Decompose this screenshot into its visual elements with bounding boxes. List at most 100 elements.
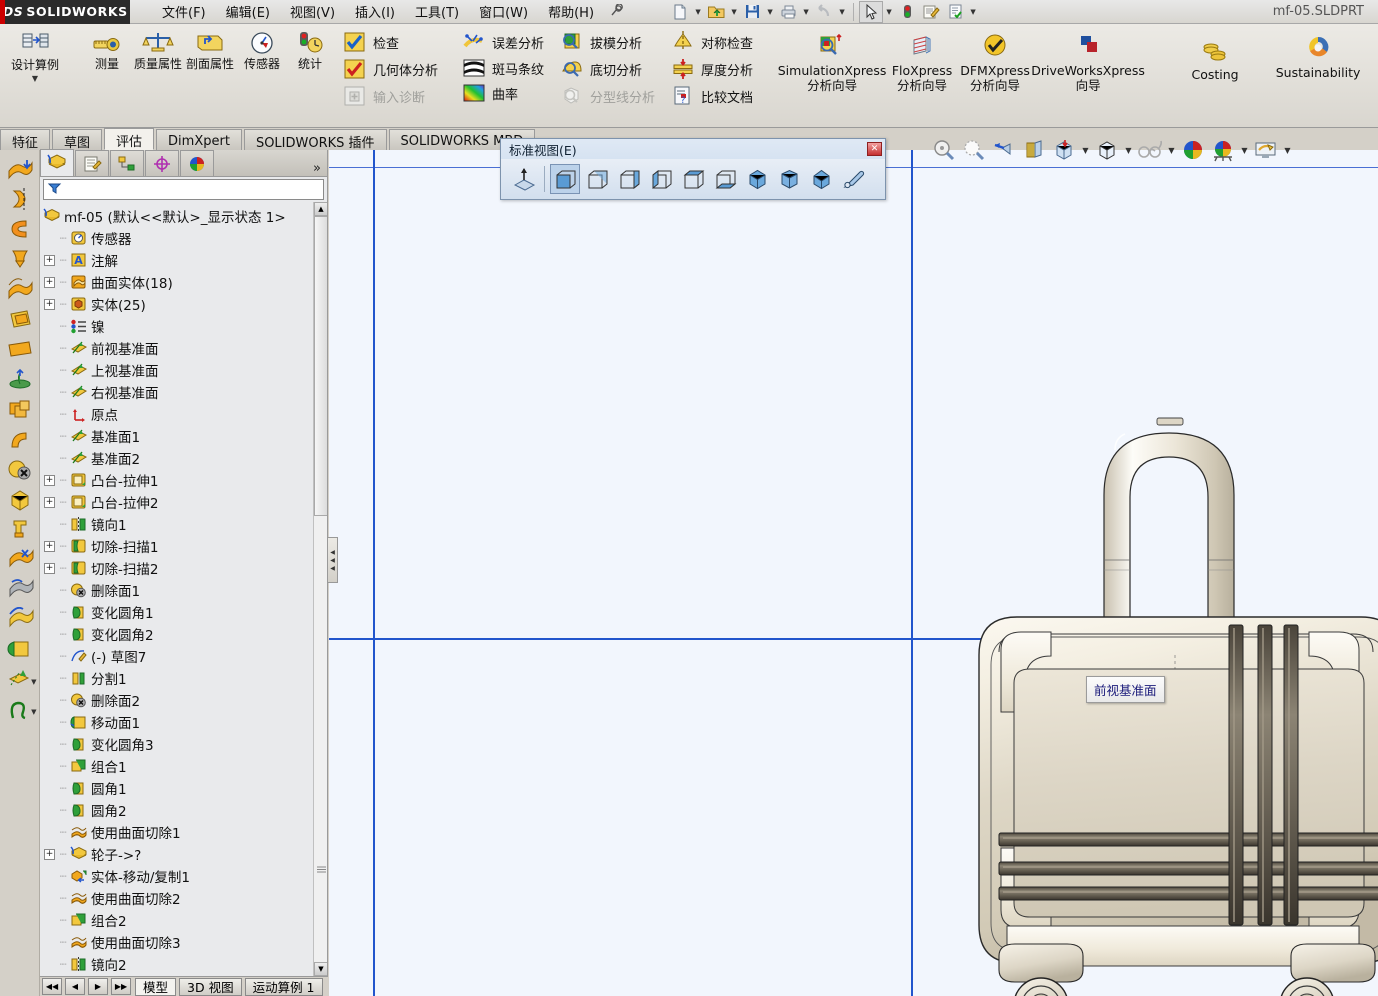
dimetric-view-icon[interactable]: [806, 164, 836, 194]
tree-node-10[interactable]: ┈ 基准面2: [40, 447, 327, 469]
close-icon[interactable]: ✕: [867, 142, 882, 156]
zoom-to-area-icon[interactable]: [959, 136, 989, 164]
tree-scroll-thumb[interactable]: [314, 216, 327, 516]
display-manager-tab[interactable]: [180, 150, 214, 176]
front-view-icon[interactable]: [550, 164, 580, 194]
tree-node-20[interactable]: ┈ 分割1: [40, 667, 327, 689]
driveworksxpress-button[interactable]: DriveWorksXpress 向导: [1031, 26, 1145, 93]
surface-boundary-icon[interactable]: [2, 274, 38, 304]
geometry-analysis-button[interactable]: 几何体分析: [340, 56, 443, 82]
tree-node-28[interactable]: + ┈ 轮子->?: [40, 843, 327, 865]
left-view-icon[interactable]: [614, 164, 644, 194]
parting-line-analysis-button[interactable]: 分型线分析: [557, 83, 660, 109]
tree-node-31[interactable]: ┈ 组合2: [40, 909, 327, 931]
surface-sweep-icon[interactable]: [2, 214, 38, 244]
bottom-tab-3dviews[interactable]: 3D 视图: [179, 977, 242, 996]
nav-first-button[interactable]: ◀◀: [42, 978, 62, 995]
tree-node-32[interactable]: ┈ 使用曲面切除3: [40, 931, 327, 953]
tree-node-0[interactable]: ┈ 传感器: [40, 227, 327, 249]
open-document-button[interactable]: [704, 1, 728, 23]
hide-show-items-icon[interactable]: [1135, 136, 1165, 164]
edit-appearance-icon[interactable]: [1178, 136, 1208, 164]
expand-icon[interactable]: +: [44, 276, 55, 288]
standard-views-toolbar[interactable]: 标准视图(E) ✕: [500, 138, 886, 200]
tab-sketch[interactable]: 草图: [52, 129, 103, 151]
floxpress-button[interactable]: FloXpress 分析向导: [886, 26, 958, 93]
surface-revolve-icon[interactable]: [2, 184, 38, 214]
surface-trim-icon[interactable]: [2, 544, 38, 574]
tab-dimxpert[interactable]: DimXpert: [156, 129, 242, 150]
tree-scroll-down-button[interactable]: ▼: [314, 962, 327, 976]
tree-node-12[interactable]: + ┈ 凸台-拉伸2: [40, 491, 327, 513]
bottom-tab-model[interactable]: 模型: [135, 977, 177, 996]
delete-face-icon[interactable]: [2, 454, 38, 484]
zoom-to-fit-icon[interactable]: [929, 136, 959, 164]
surface-loft-icon[interactable]: [2, 244, 38, 274]
settings-caret[interactable]: ▼: [967, 1, 979, 23]
normal-to-icon[interactable]: [509, 164, 539, 194]
import-diagnostics-button[interactable]: 输入诊断: [340, 83, 443, 109]
surface-untrim-icon[interactable]: [2, 574, 38, 604]
print-caret[interactable]: ▼: [800, 1, 812, 23]
nav-next-button[interactable]: ▶: [88, 978, 108, 995]
tree-node-24[interactable]: ┈ 组合1: [40, 755, 327, 777]
tree-node-8[interactable]: ┈ 原点: [40, 403, 327, 425]
tree-node-23[interactable]: ┈ 变化圆角3: [40, 733, 327, 755]
statistics-button[interactable]: 统计: [288, 26, 332, 72]
menu-edit[interactable]: 编辑(E): [216, 0, 280, 24]
tree-node-17[interactable]: ┈ 变化圆角1: [40, 601, 327, 623]
menu-file[interactable]: 文件(F): [152, 0, 216, 24]
isometric-view-icon[interactable]: [742, 164, 772, 194]
tree-node-16[interactable]: ┈ 删除面1: [40, 579, 327, 601]
tab-evaluate[interactable]: 评估: [104, 128, 155, 150]
thickness-analysis-button[interactable]: 厚度分析: [668, 56, 758, 82]
new-document-caret[interactable]: ▼: [692, 1, 704, 23]
tree-node-15[interactable]: + ┈ 切除-扫描2: [40, 557, 327, 579]
planar-surface-icon[interactable]: [2, 334, 38, 364]
settings-button[interactable]: [943, 1, 967, 23]
tree-node-26[interactable]: ┈ 圆角2: [40, 799, 327, 821]
configuration-manager-tab[interactable]: [110, 150, 144, 176]
undo-button[interactable]: [812, 1, 836, 23]
new-document-button[interactable]: [668, 1, 692, 23]
check-button[interactable]: 检查: [340, 29, 443, 55]
hide-show-caret-icon[interactable]: ▼: [1165, 136, 1178, 164]
dfmxpress-button[interactable]: DFMXpress 分析向导: [958, 26, 1032, 93]
apply-scene-icon[interactable]: [1208, 136, 1238, 164]
tree-node-14[interactable]: + ┈ 切除-扫描1: [40, 535, 327, 557]
expand-icon[interactable]: +: [44, 540, 55, 552]
tree-scrollbar[interactable]: ▲ ▼: [313, 202, 327, 976]
tab-features[interactable]: 特征: [0, 129, 51, 151]
tree-node-29[interactable]: ┈ 实体-移动/复制1: [40, 865, 327, 887]
expand-icon[interactable]: +: [44, 496, 55, 508]
expand-icon[interactable]: +: [44, 298, 55, 310]
trimetric-view-icon[interactable]: [774, 164, 804, 194]
zebra-stripes-button[interactable]: 斑马条纹: [459, 56, 549, 80]
open-document-caret[interactable]: ▼: [728, 1, 740, 23]
tree-node-30[interactable]: ┈ 使用曲面切除2: [40, 887, 327, 909]
menu-tools[interactable]: 工具(T): [405, 0, 469, 24]
expand-icon[interactable]: +: [44, 848, 55, 860]
previous-view-icon[interactable]: [989, 136, 1019, 164]
deviation-analysis-button[interactable]: 误差分析: [459, 29, 549, 55]
undo-caret[interactable]: ▼: [836, 1, 848, 23]
feature-manager-tab[interactable]: [40, 149, 74, 176]
bottom-view-icon[interactable]: [710, 164, 740, 194]
undercut-analysis-button[interactable]: 底切分析: [557, 56, 660, 82]
tree-node-33[interactable]: ┈ 镜向2: [40, 953, 327, 975]
surface-extrude-icon[interactable]: [2, 154, 38, 184]
draft-analysis-button[interactable]: 拔模分析: [557, 29, 660, 55]
apply-scene-caret-icon[interactable]: ▼: [1238, 136, 1251, 164]
measure-button[interactable]: 测量: [82, 26, 132, 72]
display-style-caret-icon[interactable]: ▼: [1122, 136, 1135, 164]
chevron-down-icon[interactable]: ▼: [32, 74, 38, 83]
section-view-icon[interactable]: [1019, 136, 1049, 164]
compare-documents-button[interactable]: ? 比较文档: [668, 83, 758, 109]
print-button[interactable]: [776, 1, 800, 23]
bottom-tab-motion-study[interactable]: 运动算例 1: [244, 977, 323, 996]
property-manager-tab[interactable]: [75, 150, 109, 176]
surface-extend-icon[interactable]: [2, 514, 38, 544]
save-button[interactable]: [740, 1, 764, 23]
tree-node-1[interactable]: + ┈ A 注解: [40, 249, 327, 271]
tree-node-27[interactable]: ┈ 使用曲面切除1: [40, 821, 327, 843]
